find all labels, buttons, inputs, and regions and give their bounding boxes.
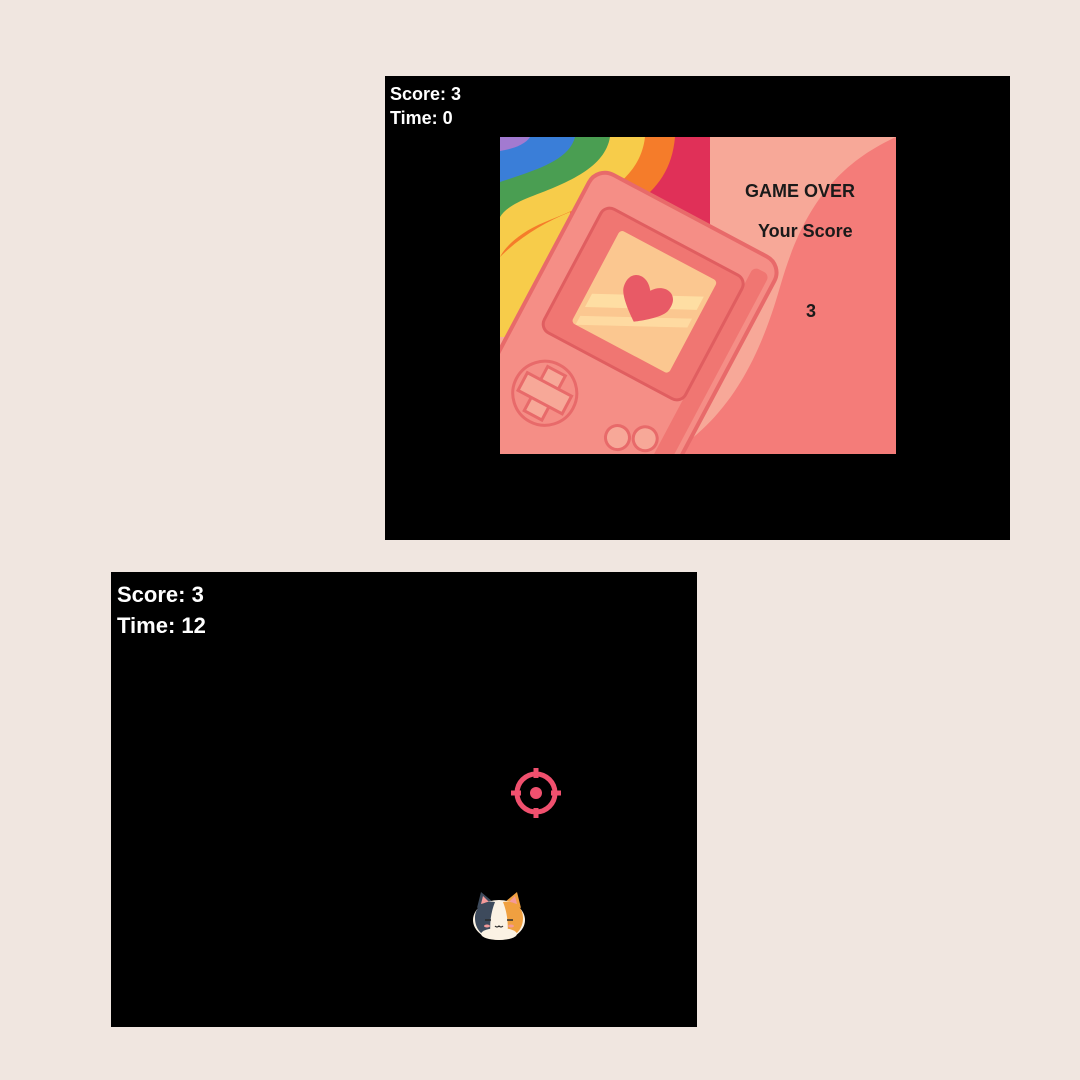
calico-cat-icon[interactable] bbox=[471, 890, 527, 942]
game-over-title: GAME OVER bbox=[745, 181, 856, 201]
crosshair-icon[interactable] bbox=[511, 768, 561, 818]
score-display: Score: 3 bbox=[390, 84, 462, 104]
game-over-panel: GAME OVER Your Score 3 bbox=[500, 137, 896, 454]
final-score-value: 3 bbox=[806, 301, 817, 321]
gameplay-screen[interactable]: Score: 3 Time: 12 bbox=[111, 572, 697, 1027]
your-score-label: Your Score bbox=[758, 221, 853, 241]
game-over-screen: Score: 3 Time: 0 GAME OVER Your Score 3 bbox=[385, 76, 1010, 540]
score-display: Score: 3 bbox=[117, 582, 204, 607]
time-display: Time: 12 bbox=[117, 613, 206, 638]
time-display: Time: 0 bbox=[390, 108, 453, 128]
